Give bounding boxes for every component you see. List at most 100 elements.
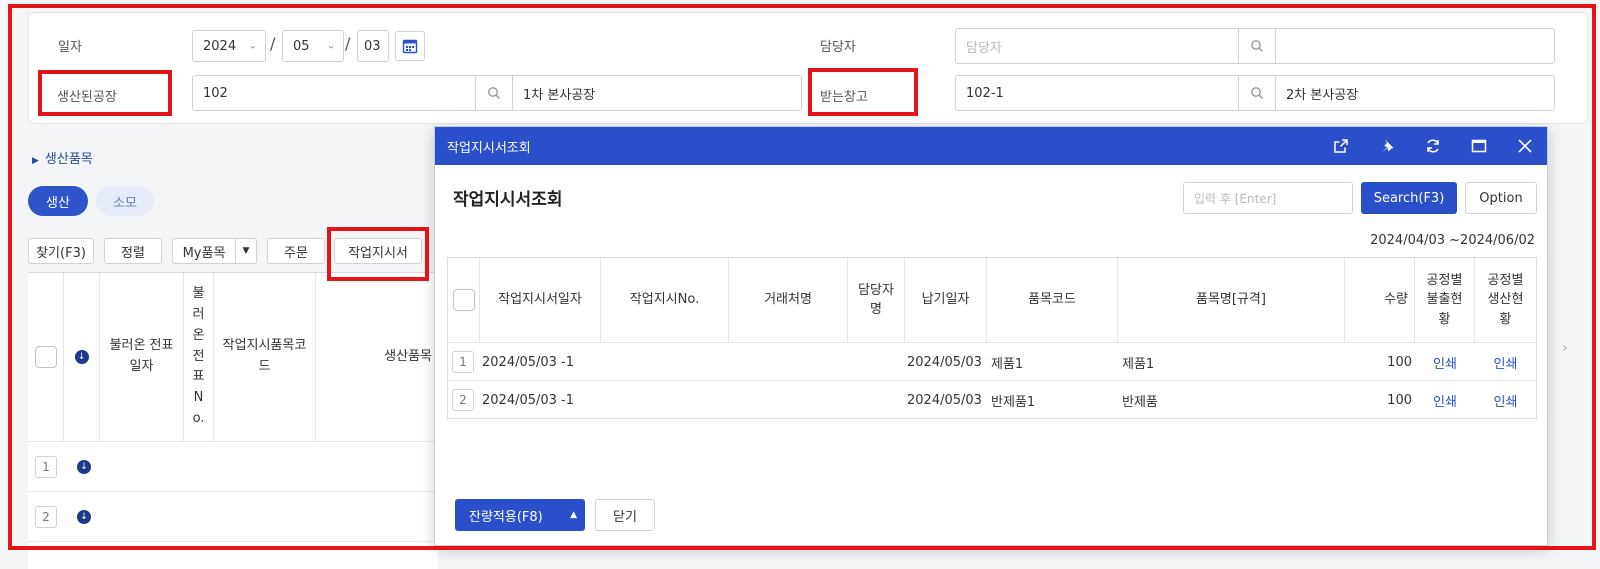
row-number: 1 — [452, 351, 474, 373]
section-title-text: 생산품목 — [44, 152, 93, 167]
chevron-right-icon[interactable]: › — [1562, 340, 1568, 356]
cell-item-name: 제품1 — [1122, 356, 1155, 372]
factory-code-input[interactable]: 102 — [192, 75, 476, 111]
warehouse-label: 받는창고 — [820, 90, 868, 105]
modal-window-title: 작업지시서조회 — [447, 140, 531, 156]
select-all-column[interactable] — [448, 258, 480, 342]
factory-name-field: 1차 본사공장 — [512, 75, 802, 111]
issue-print-link[interactable]: 인쇄 — [1415, 381, 1475, 419]
refresh-icon[interactable] — [1423, 136, 1443, 156]
row-number: 2 — [35, 506, 57, 528]
header-date: 작업지시서일자 — [480, 258, 601, 342]
prod-print-link[interactable]: 인쇄 — [1475, 381, 1536, 419]
cell-date: 2024/05/03 -1 — [482, 392, 575, 408]
warehouse-name-value: 2차 본사공장 — [1286, 87, 1359, 103]
modal-search-input[interactable]: 입력 후 [Enter] — [1183, 182, 1353, 214]
header-item-code: 품목코드 — [987, 258, 1118, 342]
chevron-down-icon: ⌄ — [326, 40, 335, 52]
warehouse-name-field: 2차 본사공장 — [1275, 75, 1555, 111]
row-number: 2 — [452, 389, 474, 411]
header-issue-status: 공정별불출현황 — [1415, 258, 1475, 342]
header-loaded-no: 불러온전표No. — [184, 273, 214, 441]
close-button[interactable]: 닫기 — [595, 499, 655, 531]
calendar-icon — [402, 39, 418, 54]
header-no: 작업지시No. — [601, 258, 729, 342]
search-icon — [1251, 40, 1263, 52]
option-button[interactable]: Option — [1465, 182, 1537, 214]
table-row[interactable]: 2 ↓ — [28, 491, 438, 541]
factory-label: 생산된공장 — [57, 90, 117, 105]
caret-up-icon[interactable]: ▲ — [570, 510, 577, 520]
my-items-button[interactable]: My품목 — [172, 238, 236, 264]
factory-name-value: 1차 본사공장 — [523, 87, 596, 103]
warehouse-code-input[interactable]: 102-1 — [955, 75, 1239, 111]
tab-produce[interactable]: 생산 — [28, 186, 88, 216]
header-client: 거래처명 — [729, 258, 848, 342]
select-all-checkbox[interactable] — [452, 289, 475, 311]
calendar-button[interactable] — [395, 31, 425, 61]
header-prod-status: 공정별생산현황 — [1475, 258, 1536, 342]
work-order-button[interactable]: 작업지시서 — [334, 238, 422, 264]
download-icon[interactable]: ↓ — [77, 460, 91, 474]
day-value: 03 — [364, 38, 381, 54]
my-items-dropdown[interactable]: ▼ — [235, 238, 257, 264]
month-value: 05 — [293, 38, 310, 54]
search-icon — [488, 87, 500, 99]
download-column[interactable]: ↓ — [64, 273, 100, 441]
apply-remaining-label: 잔량적용(F8) — [469, 509, 543, 525]
table-row — [28, 541, 438, 569]
select-all-checkbox[interactable] — [34, 346, 57, 368]
factory-search-button[interactable] — [475, 75, 513, 111]
cell-item-code: 제품1 — [991, 356, 1024, 372]
manager-label: 담당자 — [820, 40, 856, 55]
modal-header: 작업지시서조회 — [435, 127, 1547, 165]
search-icon — [1251, 87, 1263, 99]
pin-icon[interactable] — [1377, 136, 1397, 156]
date-range: 2024/04/03 ~2024/06/02 — [1370, 233, 1535, 248]
cell-due: 2024/05/03 — [907, 354, 982, 370]
year-select[interactable]: 2024 ⌄ — [192, 30, 266, 62]
cell-date: 2024/05/03 -1 — [482, 354, 575, 370]
factory-code-value: 102 — [203, 85, 228, 101]
cell-item-code: 반제품1 — [991, 394, 1036, 410]
modal-search-placeholder: 입력 후 [Enter] — [1194, 191, 1277, 206]
maximize-icon[interactable] — [1469, 136, 1489, 156]
warehouse-code-value: 102-1 — [966, 85, 1004, 101]
day-input[interactable]: 03 — [357, 30, 389, 62]
manager-search-button[interactable] — [1238, 28, 1276, 64]
sort-button[interactable]: 정렬 — [104, 238, 162, 264]
header-manager: 담당자명 — [848, 258, 905, 342]
chevron-down-icon: ⌄ — [248, 40, 257, 52]
cell-item-name: 반제품 — [1122, 394, 1158, 410]
tab-consume[interactable]: 소모 — [96, 186, 154, 216]
search-button[interactable]: Search(F3) — [1361, 182, 1457, 214]
date-separator: / — [270, 34, 276, 53]
apply-remaining-button[interactable]: 잔량적용(F8) ▲ — [455, 499, 585, 531]
row-number: 1 — [35, 456, 57, 478]
work-order-table: 작업지시서일자 작업지시No. 거래처명 담당자명 납기일자 품목코드 품목명[… — [447, 257, 1537, 419]
header-due: 납기일자 — [905, 258, 987, 342]
table-row[interactable]: 1 ↓ — [28, 441, 438, 491]
section-produced-items[interactable]: ▶ 생산품목 — [32, 148, 93, 167]
prod-print-link[interactable]: 인쇄 — [1475, 343, 1536, 381]
warehouse-search-button[interactable] — [1238, 75, 1276, 111]
cell-qty: 100 — [1387, 392, 1412, 408]
download-icon[interactable]: ↓ — [77, 510, 91, 524]
issue-print-link[interactable]: 인쇄 — [1415, 343, 1475, 381]
popout-icon[interactable] — [1331, 136, 1351, 156]
year-value: 2024 — [203, 38, 237, 54]
table-row[interactable]: 2 2024/05/03 -1 2024/05/03 반제품1 반제품 100 … — [448, 380, 1536, 418]
select-all-column[interactable] — [28, 273, 64, 441]
manager-placeholder: 담당자 — [966, 40, 1002, 56]
order-button[interactable]: 주문 — [267, 238, 325, 264]
header-product: 생산품목 — [384, 348, 432, 364]
close-icon[interactable] — [1515, 136, 1535, 156]
find-button[interactable]: 찾기(F3) — [28, 238, 94, 264]
cell-due: 2024/05/03 — [907, 392, 982, 408]
date-separator: / — [345, 34, 351, 53]
header-loaded-date: 불러온 전표일자 — [100, 273, 184, 441]
month-select[interactable]: 05 ⌄ — [282, 30, 344, 62]
work-order-modal: 작업지시서조회 작업지시서조회 입력 후 [Enter] Search(F3) … — [434, 126, 1548, 546]
manager-input[interactable]: 담당자 — [955, 28, 1239, 64]
table-row[interactable]: 1 2024/05/03 -1 2024/05/03 제품1 제품1 100 인… — [448, 342, 1536, 380]
